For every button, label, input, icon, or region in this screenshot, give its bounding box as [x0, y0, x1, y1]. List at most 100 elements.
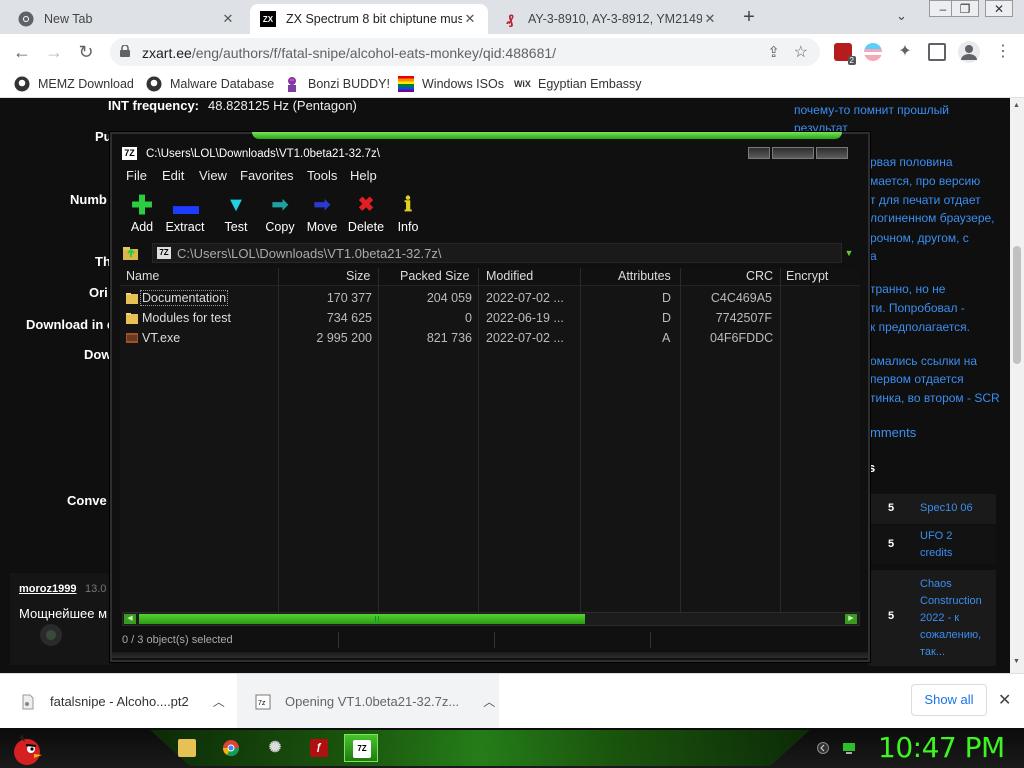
close-icon[interactable]: ✕ — [998, 690, 1011, 710]
taskbar-sevenzip[interactable]: 7Z — [344, 734, 378, 762]
bookmark-bonzi[interactable]: Bonzi BUDDY! — [284, 76, 390, 92]
taskbar-chrome[interactable] — [214, 734, 248, 762]
new-tab-button[interactable]: + — [738, 6, 760, 28]
sevenzip-maximize-button[interactable] — [772, 147, 814, 159]
flag-extension-icon[interactable] — [864, 43, 882, 61]
back-arrow-icon[interactable]: ← — [10, 41, 34, 63]
column-packed-size[interactable]: Packed Size — [400, 269, 469, 283]
move-icon: ➡ — [313, 194, 331, 216]
menu-edit[interactable]: Edit — [162, 168, 184, 183]
tab-ay-chip[interactable]: ₰ AY-3-8910, AY-3-8912, YM2149 ( ✕ — [492, 4, 728, 34]
forward-arrow-icon[interactable]: → — [42, 41, 66, 63]
path-dropdown-icon[interactable]: ▼ — [842, 246, 856, 260]
menu-view[interactable]: View — [199, 168, 227, 183]
add-button[interactable]: ✚ Add — [120, 190, 164, 238]
path-bar: 7Z C:\Users\LOL\Downloads\VT1.0beta21-32… — [120, 242, 862, 264]
menu-help[interactable]: Help — [350, 168, 377, 183]
delete-button[interactable]: ✖ Delete — [344, 190, 388, 238]
scrollbar-thumb[interactable] — [139, 614, 585, 624]
info-button[interactable]: ℹ Info — [386, 190, 430, 238]
download-item[interactable]: fatalsnipe - Alcoho....pt2 ︿ — [20, 674, 234, 729]
table-row[interactable]: VT.exe 2 995 200 821 736 2022-07-02 ... … — [120, 328, 860, 348]
close-icon[interactable]: ✕ — [220, 11, 236, 27]
ranking-title[interactable]: UFO 2 credits — [920, 528, 980, 562]
window-close-button[interactable]: ✕ — [985, 0, 1013, 17]
path-input[interactable]: 7Z C:\Users\LOL\Downloads\VT1.0beta21-32… — [152, 243, 842, 263]
column-name[interactable]: Name — [126, 269, 159, 283]
ranking-row[interactable]: 5 UFO 2 credits — [868, 526, 996, 564]
chevron-up-icon[interactable]: ︿ — [483, 693, 495, 710]
column-size[interactable]: Size — [346, 269, 370, 283]
horizontal-scrollbar[interactable]: ◀ ▶ — [122, 612, 860, 626]
menu-file[interactable]: File — [126, 168, 147, 183]
ublock-icon[interactable]: 2 — [834, 43, 856, 65]
page-scrollbar[interactable]: ▲ ▼ — [1010, 98, 1024, 673]
bookmark-malware-db[interactable]: Malware Database — [146, 76, 274, 92]
column-encrypted[interactable]: Encrypt — [786, 269, 828, 283]
close-icon[interactable]: ✕ — [462, 11, 478, 27]
bookmark-windows-isos[interactable]: Windows ISOs — [398, 76, 504, 92]
angry-bird-start-icon[interactable] — [8, 730, 46, 766]
sevenzip-window[interactable]: 7Z C:\Users\LOL\Downloads\VT1.0beta21-32… — [110, 132, 870, 662]
show-all-button[interactable]: Show all — [911, 684, 987, 716]
tab-zxart[interactable]: ZX ZX Spectrum 8 bit chiptune musi ✕ — [250, 4, 488, 34]
profile-avatar[interactable] — [958, 41, 980, 63]
scrollbar-thumb[interactable] — [1013, 246, 1021, 364]
bookmark-egyptian-embassy[interactable]: WiX Egyptian Embassy — [514, 76, 642, 92]
taskbar-flash[interactable]: ƒ — [302, 734, 336, 762]
share-icon[interactable]: ⇪ — [767, 43, 780, 61]
puzzle-icon[interactable]: ✦ — [896, 43, 914, 61]
window-glow — [252, 132, 842, 139]
bookmark-memz[interactable]: MEMZ Download — [14, 76, 134, 92]
omnibox[interactable]: zxart.ee/eng/authors/f/fatal-snipe/alcoh… — [110, 38, 820, 66]
ranking-row[interactable]: 5 Spec10 06 — [868, 494, 996, 524]
sevenzip-titlebar[interactable]: 7Z C:\Users\LOL\Downloads\VT1.0beta21-32… — [112, 142, 868, 168]
bonzi-icon — [284, 76, 300, 92]
int-frequency-value: 48.828125 Hz (Pentagon) — [208, 98, 357, 113]
kebab-menu-icon[interactable]: ⋮ — [994, 43, 1012, 61]
scroll-left-arrow-icon[interactable]: ◀ — [124, 614, 136, 624]
side-panel-icon[interactable] — [928, 43, 946, 61]
file-crc: 04F6FDDC — [710, 331, 774, 345]
column-modified[interactable]: Modified — [486, 269, 533, 283]
tray-chevron-icon[interactable] — [816, 742, 830, 754]
test-button[interactable]: ▼ Test — [214, 190, 258, 238]
scroll-down-arrow-icon[interactable]: ▼ — [1013, 658, 1020, 665]
taskbar-clock[interactable]: 10:47 PM — [878, 731, 1005, 764]
folder-up-icon[interactable] — [122, 244, 140, 262]
sevenzip-minimize-button[interactable] — [748, 147, 770, 159]
file-list[interactable]: Name Size Packed Size Modified Attribute… — [120, 268, 860, 612]
comment-user-link[interactable]: moroz1999 — [19, 583, 76, 595]
bookmark-star-icon[interactable]: ☆ — [794, 42, 808, 62]
copy-button[interactable]: ➡ Copy — [258, 190, 302, 238]
ranking-title[interactable]: Spec10 06 — [920, 500, 992, 517]
file-modified: 2022-07-02 ... — [486, 291, 564, 305]
download-item[interactable]: 7z Opening VT1.0beta21-32.7z... ︿ — [237, 674, 499, 729]
chevron-up-icon[interactable]: ︿ — [213, 693, 225, 710]
scroll-up-arrow-icon[interactable]: ▲ — [1013, 102, 1020, 109]
close-icon[interactable]: ✕ — [702, 11, 718, 27]
comments-link[interactable]: mments — [870, 425, 916, 440]
table-row[interactable]: Modules for test 734 625 0 2022-06-19 ..… — [120, 308, 860, 328]
gear-icon: ✺ — [268, 739, 282, 756]
column-crc[interactable]: CRC — [746, 269, 773, 283]
maximize-button[interactable]: ❐ — [951, 0, 979, 17]
menu-favorites[interactable]: Favorites — [240, 168, 293, 183]
network-icon[interactable] — [842, 742, 856, 754]
ranking-title[interactable]: Chaos Construction 2022 - к сожалению, т… — [920, 576, 994, 661]
extract-button[interactable]: ▬ Extract — [160, 190, 210, 238]
scroll-right-arrow-icon[interactable]: ▶ — [845, 614, 857, 624]
file-modified: 2022-06-19 ... — [486, 311, 564, 325]
taskbar-explorer[interactable] — [170, 734, 204, 762]
taskbar-settings[interactable]: ✺ — [258, 734, 292, 762]
ranking-row[interactable]: 5 Chaos Construction 2022 - к сожалению,… — [868, 570, 996, 666]
menu-tools[interactable]: Tools — [307, 168, 337, 183]
url-text[interactable]: zxart.ee/eng/authors/f/fatal-snipe/alcoh… — [142, 45, 556, 61]
tab-search-chevron-icon[interactable]: ⌄ — [896, 8, 907, 24]
table-row[interactable]: Documentation 170 377 204 059 2022-07-02… — [120, 288, 860, 308]
sevenzip-close-button[interactable] — [816, 147, 848, 159]
move-button[interactable]: ➡ Move — [300, 190, 344, 238]
tab-new-tab[interactable]: New Tab ✕ — [8, 4, 246, 34]
reload-icon[interactable]: ↻ — [74, 41, 98, 63]
column-attributes[interactable]: Attributes — [618, 269, 671, 283]
